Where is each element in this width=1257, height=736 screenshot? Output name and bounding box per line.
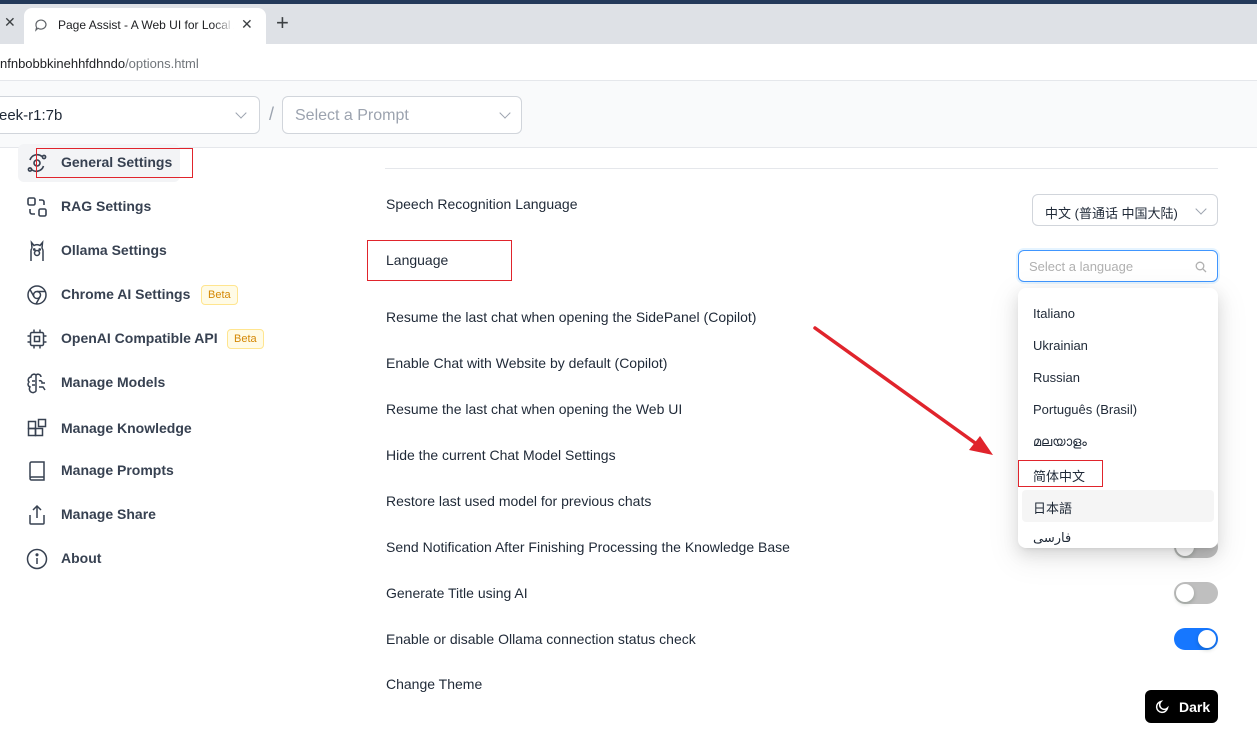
language-option-label: മലയാളം bbox=[1033, 434, 1087, 449]
tab-previous-close-icon[interactable]: ✕ bbox=[4, 14, 16, 31]
sidebar-item-manage-prompts[interactable]: Manage Prompts bbox=[18, 452, 318, 490]
chevron-down-icon bbox=[1195, 203, 1207, 215]
speech-language-select[interactable]: 中文 (普通话 中国大陆) bbox=[1032, 194, 1218, 226]
language-option[interactable]: 日本語 bbox=[1022, 490, 1214, 522]
tab-previous[interactable]: ✕ bbox=[0, 4, 24, 40]
combine-icon bbox=[26, 196, 48, 218]
tab-title: Page Assist - A Web UI for Local AI bbox=[58, 18, 234, 32]
sidebar-item-openai-compatible-api[interactable]: OpenAI Compatible API Beta bbox=[18, 320, 318, 358]
language-option-label: 日本語 bbox=[1033, 501, 1073, 516]
share-icon bbox=[26, 504, 48, 526]
model-select[interactable]: eek-r1:7b bbox=[0, 96, 260, 134]
chrome-icon bbox=[26, 284, 48, 306]
sidebar-item-label: Manage Prompts bbox=[61, 462, 174, 478]
search-icon bbox=[1195, 260, 1207, 278]
change-theme-label: Change Theme bbox=[386, 676, 483, 692]
header-separator: / bbox=[269, 104, 275, 124]
speech-language-value: 中文 (普通话 中国大陆) bbox=[1045, 206, 1178, 221]
language-option-label: Italiano bbox=[1033, 306, 1075, 321]
setting-label: Hide the current Chat Model Settings bbox=[386, 447, 616, 463]
language-option-label: Ukrainian bbox=[1033, 338, 1088, 353]
toggle-knob bbox=[1176, 584, 1194, 602]
tab-page-assist[interactable]: Page Assist - A Web UI for Local AI ✕ bbox=[24, 8, 266, 44]
setting-label: Resume the last chat when opening the We… bbox=[386, 401, 683, 417]
chat-bubble-icon bbox=[34, 18, 48, 37]
sidebar-item-about[interactable]: About bbox=[18, 540, 318, 578]
sidebar-item-manage-share[interactable]: Manage Share bbox=[18, 496, 318, 534]
chevron-down-icon bbox=[499, 107, 511, 119]
annotation-box-general-settings bbox=[36, 148, 193, 178]
sidebar-item-manage-models[interactable]: Manage Models bbox=[18, 364, 318, 402]
cpu-icon bbox=[26, 328, 48, 350]
new-tab-button[interactable]: + bbox=[276, 12, 289, 34]
generate-title-toggle[interactable] bbox=[1174, 582, 1218, 604]
sidebar-item-rag-settings[interactable]: RAG Settings bbox=[18, 188, 318, 226]
address-url[interactable]: nfnbobbkinehhfdhndo/options.html bbox=[0, 56, 199, 71]
language-option[interactable]: Português (Brasil) bbox=[1022, 394, 1214, 426]
language-option[interactable]: മലയാളം bbox=[1022, 426, 1214, 458]
address-bar[interactable]: nfnbobbkinehhfdhndo/options.html bbox=[0, 44, 1257, 81]
sidebar-item-label: Manage Models bbox=[61, 374, 166, 390]
language-option[interactable]: Italiano bbox=[1022, 298, 1214, 330]
section-divider bbox=[385, 168, 1218, 169]
language-option-label: Russian bbox=[1033, 370, 1080, 385]
annotation-box-language bbox=[367, 240, 512, 281]
chevron-down-icon bbox=[235, 107, 247, 119]
setting-label: Generate Title using AI bbox=[386, 585, 528, 601]
language-option[interactable]: فارسی bbox=[1022, 522, 1214, 548]
moon-icon bbox=[1155, 699, 1170, 717]
sidebar-item-manage-knowledge[interactable]: Manage Knowledge bbox=[18, 410, 318, 448]
llama-icon bbox=[26, 240, 48, 262]
annotation-box-simplified-chinese bbox=[1018, 460, 1103, 487]
language-option-label: فارسی bbox=[1033, 530, 1072, 545]
blocks-icon bbox=[26, 418, 48, 440]
book-icon bbox=[26, 460, 48, 482]
address-host: nfnbobbkinehhfdhndo bbox=[0, 56, 126, 71]
tab-close-icon[interactable]: ✕ bbox=[241, 16, 253, 33]
sidebar-item-label: OpenAI Compatible API bbox=[61, 330, 218, 346]
dark-theme-button-label: Dark bbox=[1179, 699, 1211, 715]
speech-language-label: Speech Recognition Language bbox=[386, 196, 578, 212]
model-select-value: eek-r1:7b bbox=[0, 107, 63, 124]
setting-label: Enable Chat with Website by default (Cop… bbox=[386, 355, 668, 371]
setting-label: Enable or disable Ollama connection stat… bbox=[386, 631, 696, 647]
prompt-select[interactable]: Select a Prompt bbox=[282, 96, 522, 134]
brain-icon bbox=[26, 372, 48, 394]
language-select-placeholder: Select a language bbox=[1029, 259, 1134, 274]
language-option[interactable]: Ukrainian bbox=[1022, 330, 1214, 362]
dark-theme-button[interactable]: Dark bbox=[1145, 690, 1218, 723]
ollama-status-toggle[interactable] bbox=[1174, 628, 1218, 650]
sidebar-item-label: Manage Knowledge bbox=[61, 420, 192, 436]
beta-badge: Beta bbox=[227, 329, 264, 349]
sidebar-item-label: Manage Share bbox=[61, 506, 156, 522]
prompt-select-placeholder: Select a Prompt bbox=[295, 107, 409, 124]
setting-label: Resume the last chat when opening the Si… bbox=[386, 309, 757, 325]
language-select[interactable]: Select a language bbox=[1018, 250, 1218, 282]
beta-badge: Beta bbox=[201, 285, 238, 305]
toggle-knob bbox=[1198, 630, 1216, 648]
sidebar-item-label: Ollama Settings bbox=[61, 242, 167, 258]
info-icon bbox=[26, 548, 48, 570]
sidebar-item-label: About bbox=[61, 550, 102, 566]
sidebar-item-ollama-settings[interactable]: Ollama Settings bbox=[18, 232, 318, 270]
address-path: /options.html bbox=[125, 56, 199, 71]
setting-label: Restore last used model for previous cha… bbox=[386, 493, 652, 509]
sidebar-item-chrome-ai-settings[interactable]: Chrome AI Settings Beta bbox=[18, 276, 318, 314]
language-dropdown: Italiano Ukrainian Russian Português (Br… bbox=[1018, 288, 1218, 548]
setting-label: Send Notification After Finishing Proces… bbox=[386, 539, 790, 555]
settings-sidebar: General Settings RAG Settings Ollama Set… bbox=[0, 144, 340, 736]
sidebar-item-label: Chrome AI Settings bbox=[61, 286, 191, 302]
language-option[interactable]: Russian bbox=[1022, 362, 1214, 394]
app-header: eek-r1:7b / Select a Prompt bbox=[0, 81, 1257, 148]
language-option-label: Português (Brasil) bbox=[1033, 402, 1138, 417]
sidebar-item-label: RAG Settings bbox=[61, 198, 152, 214]
